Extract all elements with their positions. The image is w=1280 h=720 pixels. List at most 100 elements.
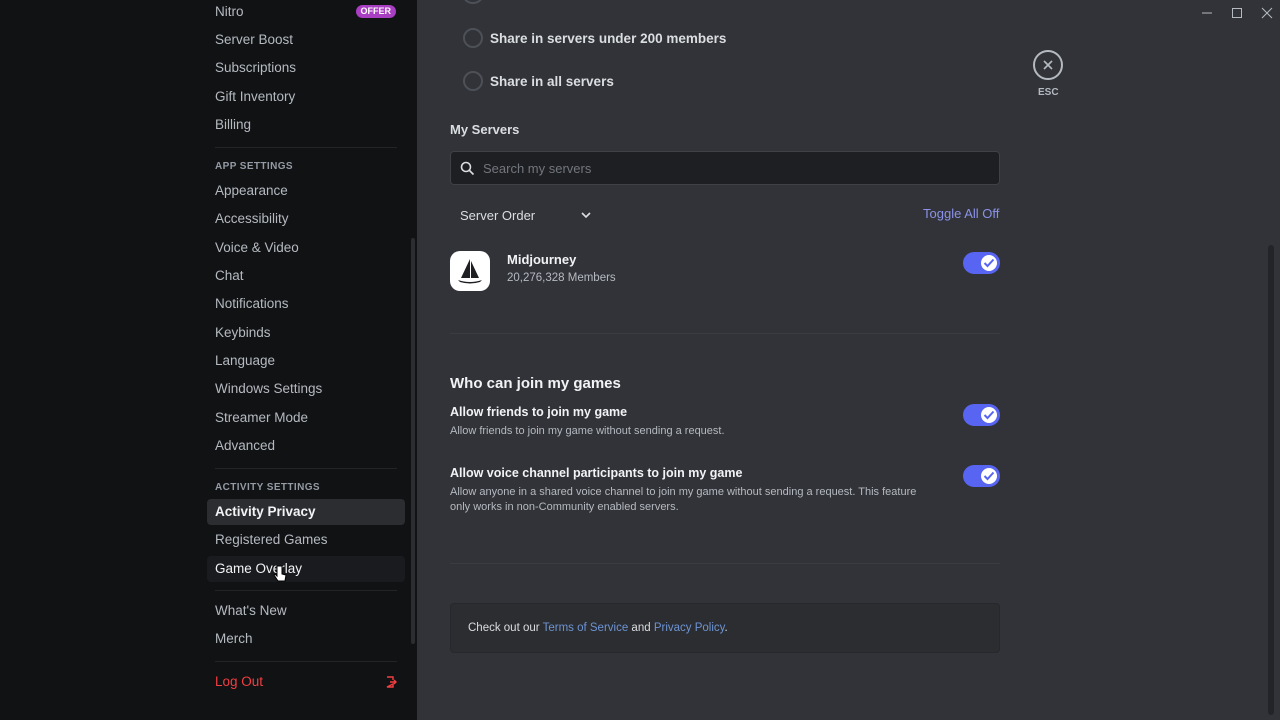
sidebar-item-whats-new[interactable]: What's New [207, 598, 405, 624]
allow-voice-toggle[interactable] [963, 465, 1000, 487]
sidebar-item-merch[interactable]: Merch [207, 626, 405, 652]
sailboat-icon [458, 259, 482, 284]
sidebar-item-registered-games[interactable]: Registered Games [207, 527, 405, 553]
server-search-box[interactable] [450, 151, 1000, 185]
sidebar-item-label: Advanced [215, 438, 276, 453]
server-order-dropdown[interactable]: Server Order [450, 204, 600, 226]
sidebar-item-label: Activity Privacy [215, 504, 316, 519]
server-search-input[interactable] [483, 152, 983, 184]
sidebar-item-streamer-mode[interactable]: Streamer Mode [207, 405, 405, 431]
settings-sidebar: Nitro OFFER Server Boost Subscriptions G… [0, 0, 417, 720]
content-scrollbar[interactable] [1268, 245, 1274, 715]
sidebar-item-label: Game Overlay [215, 561, 303, 576]
checkmark-icon [983, 258, 995, 268]
checkmark-icon [983, 471, 995, 481]
tos-and: and [628, 622, 654, 634]
app-settings-header: APP SETTINGS [215, 161, 293, 172]
offer-badge: OFFER [355, 5, 396, 18]
allow-voice-description: Allow anyone in a shared voice channel t… [450, 486, 917, 513]
sidebar-item-gift-inventory[interactable]: Gift Inventory [207, 84, 405, 110]
sidebar-item-activity-privacy[interactable]: Activity Privacy [207, 499, 405, 525]
server-midjourney-toggle[interactable] [963, 252, 1000, 274]
server-order-label: Server Order [460, 207, 536, 223]
radio-share-all-servers[interactable]: Share in all servers [463, 70, 614, 92]
maximize-icon[interactable] [1230, 6, 1244, 20]
allow-friends-toggle[interactable] [963, 404, 1000, 426]
sidebar-divider [215, 147, 397, 148]
sidebar-item-label: Nitro [215, 4, 244, 19]
sidebar-item-notifications[interactable]: Notifications [207, 291, 405, 317]
sidebar-item-billing[interactable]: Billing [207, 112, 405, 138]
sidebar-item-label: Subscriptions [215, 60, 297, 75]
tos-suffix: . [724, 622, 728, 634]
sidebar-item-label: Windows Settings [215, 381, 323, 396]
sidebar-item-label: Accessibility [215, 211, 289, 226]
chevron-down-icon [581, 212, 591, 219]
close-icon [1043, 60, 1053, 70]
sidebar-divider [215, 590, 397, 591]
radio-label: Share in servers under 200 members [490, 30, 727, 46]
sidebar-item-label: Registered Games [215, 532, 328, 547]
logout-icon [386, 676, 397, 688]
sidebar-item-label: Chat [215, 268, 244, 283]
sidebar-scrollbar[interactable] [411, 238, 415, 644]
esc-label: ESC [1038, 87, 1059, 98]
privacy-policy-link[interactable]: Privacy Policy [654, 622, 725, 634]
close-settings-button[interactable] [1033, 50, 1063, 80]
sidebar-item-windows-settings[interactable]: Windows Settings [207, 376, 405, 402]
radio-share-small-servers[interactable]: Share in servers under 200 members [463, 27, 726, 49]
sidebar-item-label: Server Boost [215, 32, 294, 47]
section-divider [450, 333, 1000, 334]
section-divider [450, 563, 1000, 564]
toggle-all-off-button[interactable]: Toggle All Off [923, 206, 999, 221]
settings-window: Nitro OFFER Server Boost Subscriptions G… [0, 0, 1280, 720]
sidebar-item-appearance[interactable]: Appearance [207, 178, 405, 204]
radio-circle[interactable] [463, 28, 483, 48]
sidebar-item-label: Streamer Mode [215, 410, 309, 425]
sidebar-item-label: Billing [215, 117, 252, 132]
search-icon [460, 161, 475, 176]
settings-content: Share in servers under 200 members Share… [417, 0, 1280, 720]
sidebar-item-label: Merch [215, 631, 253, 646]
terms-of-service-link[interactable]: Terms of Service [543, 622, 629, 634]
sidebar-item-language[interactable]: Language [207, 348, 405, 374]
allow-voice-title: Allow voice channel participants to join… [450, 466, 743, 480]
activity-settings-header: ACTIVITY SETTINGS [215, 482, 320, 493]
radio-label: Share in all servers [490, 73, 614, 89]
midjourney-server-icon [450, 251, 490, 291]
sidebar-item-label: Language [215, 353, 276, 368]
join-games-heading: Who can join my games [450, 375, 621, 392]
checkmark-icon [983, 410, 995, 420]
sidebar-item-voice-video[interactable]: Voice & Video [207, 235, 405, 261]
mouse-cursor-icon [273, 565, 287, 582]
window-close-icon[interactable] [1260, 6, 1274, 20]
sidebar-item-chat[interactable]: Chat [207, 263, 405, 289]
sidebar-item-server-boost[interactable]: Server Boost [207, 27, 405, 53]
tos-prefix: Check out our [468, 622, 543, 634]
tos-notice: Check out our Terms of Service and Priva… [450, 603, 1000, 653]
radio-circle[interactable] [463, 71, 483, 91]
sidebar-item-label: What's New [215, 603, 287, 618]
sidebar-item-subscriptions[interactable]: Subscriptions [207, 55, 405, 81]
allow-friends-title: Allow friends to join my game [450, 405, 628, 419]
radio-option-partial[interactable] [463, 0, 483, 4]
sidebar-item-advanced[interactable]: Advanced [207, 433, 405, 459]
allow-friends-description: Allow friends to join my game without se… [450, 425, 725, 437]
server-name: Midjourney [507, 252, 577, 267]
my-servers-title: My Servers [450, 122, 520, 137]
tos-text: Check out our Terms of Service and Priva… [468, 622, 728, 634]
sidebar-divider [215, 468, 397, 469]
server-member-count: 20,276,328 Members [507, 272, 616, 284]
sidebar-item-label: Keybinds [215, 325, 271, 340]
sidebar-item-nitro[interactable]: Nitro OFFER [207, 0, 405, 25]
minimize-icon[interactable] [1200, 6, 1214, 20]
sidebar-item-game-overlay[interactable]: Game Overlay [207, 556, 405, 582]
sidebar-item-label: Voice & Video [215, 240, 299, 255]
sidebar-item-label: Gift Inventory [215, 89, 296, 104]
sidebar-item-label: Appearance [215, 183, 288, 198]
logout-label: Log Out [215, 674, 264, 689]
sidebar-item-accessibility[interactable]: Accessibility [207, 206, 405, 232]
sidebar-item-keybinds[interactable]: Keybinds [207, 320, 405, 346]
logout-button[interactable]: Log Out [207, 669, 405, 695]
sidebar-item-label: Notifications [215, 296, 289, 311]
